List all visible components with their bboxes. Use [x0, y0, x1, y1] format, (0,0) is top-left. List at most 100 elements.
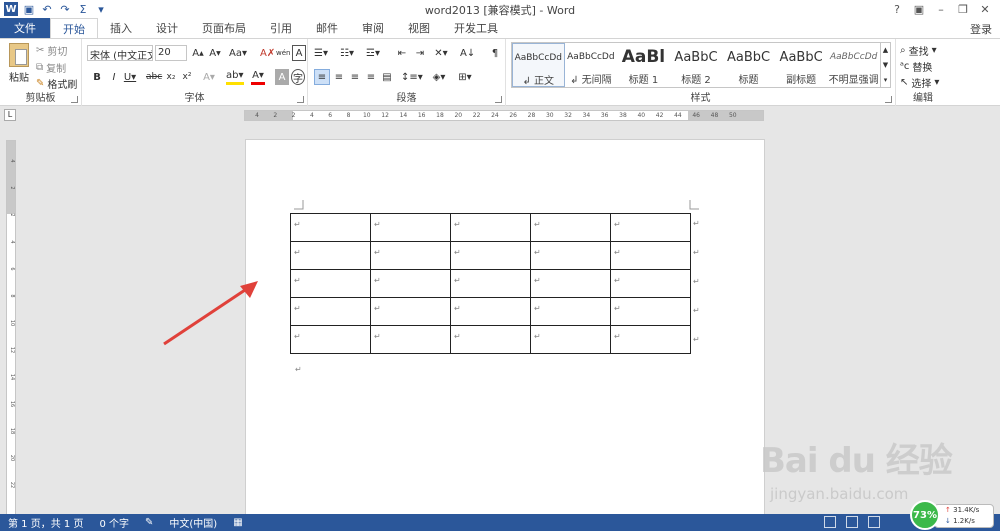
word-count[interactable]: 0 个字: [91, 515, 137, 530]
font-color-icon[interactable]: A▾: [251, 69, 265, 85]
bullets-icon[interactable]: ☰▾: [314, 45, 328, 61]
page-count[interactable]: 第 1 页，共 1 页: [0, 515, 91, 530]
table-cell[interactable]: ↵: [610, 269, 691, 298]
italic-icon[interactable]: I: [107, 69, 121, 85]
style-title[interactable]: AaBbC 标题: [722, 43, 775, 87]
line-spacing-icon[interactable]: ↕≡▾: [401, 69, 423, 85]
decrease-indent-icon[interactable]: ⇤: [395, 45, 409, 61]
table-cell[interactable]: ↵: [610, 325, 691, 354]
network-monitor-widget[interactable]: ↑ 31.4K/s ↓ 1.2K/s 73%: [910, 500, 998, 530]
table-cell[interactable]: ↵: [450, 325, 531, 354]
show-marks-icon[interactable]: ¶: [488, 45, 502, 61]
borders-icon[interactable]: ⊞▾: [458, 69, 472, 85]
language-status[interactable]: 中文(中国): [161, 515, 225, 530]
tab-home[interactable]: 开始: [50, 18, 98, 39]
table-cell[interactable]: ↵: [370, 325, 451, 354]
cut-button[interactable]: ✂ 剪切: [36, 43, 67, 58]
horizontal-ruler[interactable]: 4 2 2 4 6 8 10 12 14 16 18 20 22 24 26 28 30 32 34 36 38 40 42…: [244, 110, 764, 121]
table-cell[interactable]: ↵: [290, 325, 371, 354]
table-cell[interactable]: ↵: [610, 213, 691, 242]
phonetic-guide-icon[interactable]: wén: [276, 45, 290, 61]
superscript-icon[interactable]: x²: [180, 69, 194, 85]
vertical-ruler[interactable]: 4 2 2 4 6 8 10 12 14 16 18 20 22: [6, 140, 16, 515]
tab-references[interactable]: 引用: [258, 18, 304, 38]
proofing-icon[interactable]: ✎: [137, 517, 161, 528]
align-center-icon[interactable]: ≡: [332, 69, 346, 85]
clear-format-icon[interactable]: A✗: [260, 45, 275, 61]
sort-icon[interactable]: A↓: [460, 45, 475, 61]
close-button[interactable]: ✕: [974, 0, 996, 18]
grow-font-icon[interactable]: A ▲: [191, 45, 205, 61]
font-size-select[interactable]: 20: [155, 45, 187, 61]
paragraph-launcher-icon[interactable]: [495, 96, 502, 103]
style-subtitle[interactable]: AaBbC 副标题: [775, 43, 828, 87]
read-mode-icon[interactable]: [824, 516, 836, 528]
subscript-icon[interactable]: x₂: [164, 69, 178, 85]
table-cell[interactable]: ↵: [370, 269, 451, 298]
paste-button[interactable]: 粘贴: [6, 43, 32, 87]
sum-icon[interactable]: Σ: [76, 2, 90, 16]
table-cell[interactable]: ↵: [530, 297, 611, 326]
copy-button[interactable]: ⧉ 复制: [36, 60, 66, 75]
highlight-icon[interactable]: ab▾: [226, 69, 244, 85]
tab-mailings[interactable]: 邮件: [304, 18, 350, 38]
scroll-up-icon[interactable]: ▲: [883, 46, 888, 54]
align-left-icon[interactable]: ≡: [314, 69, 330, 85]
distributed-icon[interactable]: ▤: [380, 69, 394, 85]
table-cell[interactable]: ↵: [450, 213, 531, 242]
more-styles-icon[interactable]: ▾: [884, 76, 888, 84]
tab-design[interactable]: 设计: [144, 18, 190, 38]
tab-view[interactable]: 视图: [396, 18, 442, 38]
enclose-char-icon[interactable]: 字: [291, 69, 305, 85]
tab-insert[interactable]: 插入: [98, 18, 144, 38]
table-cell[interactable]: ↵: [610, 297, 691, 326]
bold-icon[interactable]: B: [90, 69, 104, 85]
numbering-icon[interactable]: ☷▾: [340, 45, 354, 61]
undo-icon[interactable]: ↶: [40, 2, 54, 16]
web-layout-icon[interactable]: [868, 516, 880, 528]
table-cell[interactable]: ↵: [290, 241, 371, 270]
underline-icon[interactable]: U▾: [123, 69, 137, 85]
style-normal[interactable]: AaBbCcDd ↲ 正文: [512, 43, 565, 87]
scroll-down-icon[interactable]: ▼: [883, 61, 888, 69]
save-icon[interactable]: ▣: [22, 2, 36, 16]
print-layout-icon[interactable]: [846, 516, 858, 528]
tab-developer[interactable]: 开发工具: [442, 18, 510, 38]
redo-icon[interactable]: ↷: [58, 2, 72, 16]
font-name-select[interactable]: 宋体 (中文正文): [87, 45, 153, 61]
increase-indent-icon[interactable]: ⇥: [413, 45, 427, 61]
table-cell[interactable]: ↵: [530, 213, 611, 242]
shading-icon[interactable]: ◈▾: [432, 69, 446, 85]
table-cell[interactable]: ↵: [450, 269, 531, 298]
char-shading-icon[interactable]: A: [275, 69, 289, 85]
style-heading-1[interactable]: AaBl 标题 1: [617, 43, 670, 87]
styles-scroll[interactable]: ▲ ▼ ▾: [881, 42, 891, 88]
clipboard-launcher-icon[interactable]: [71, 96, 78, 103]
document-page[interactable]: ↵ ↵ ↵ ↵ ↵ ↵ ↵ ↵ ↵ ↵ ↵ ↵ ↵ ↵ ↵ ↵ ↵ ↵ ↵ ↵ ↵ ↵ ↵ ↵ ↵ ↵ ↵ ↵ ↵ ↵ ↵: [245, 139, 765, 519]
font-launcher-icon[interactable]: [297, 96, 304, 103]
document-table[interactable]: ↵ ↵ ↵ ↵ ↵ ↵ ↵ ↵ ↵ ↵ ↵ ↵ ↵ ↵ ↵ ↵ ↵ ↵ ↵ ↵ ↵ ↵ ↵ ↵ ↵: [290, 213, 691, 354]
ribbon-display-button[interactable]: ▣: [908, 0, 930, 18]
table-cell[interactable]: ↵: [290, 213, 371, 242]
multilevel-list-icon[interactable]: ☲▾: [366, 45, 380, 61]
change-case-icon[interactable]: Aa▾: [229, 45, 247, 61]
align-right-icon[interactable]: ≡: [348, 69, 362, 85]
replace-button[interactable]: ᵃc 替换: [900, 59, 932, 74]
styles-launcher-icon[interactable]: [885, 96, 892, 103]
style-subtle-emphasis[interactable]: AaBbCcDd 不明显强调: [827, 43, 880, 87]
restore-button[interactable]: ❐: [952, 0, 974, 18]
char-border-icon[interactable]: A: [292, 45, 306, 61]
select-button[interactable]: ↖ 选择 ▾: [900, 75, 939, 90]
table-cell[interactable]: ↵: [530, 269, 611, 298]
tab-selector[interactable]: L: [4, 109, 16, 121]
text-effects-icon[interactable]: A▾: [202, 69, 216, 85]
table-cell[interactable]: ↵: [290, 269, 371, 298]
customize-qat-icon[interactable]: ▾: [94, 2, 108, 16]
table-cell[interactable]: ↵: [370, 241, 451, 270]
table-cell[interactable]: ↵: [450, 241, 531, 270]
tab-page-layout[interactable]: 页面布局: [190, 18, 258, 38]
style-no-spacing[interactable]: AaBbCcDd ↲ 无间隔: [565, 43, 618, 87]
table-cell[interactable]: ↵: [450, 297, 531, 326]
find-button[interactable]: ⌕ 查找 ▾: [900, 43, 937, 58]
help-button[interactable]: ?: [886, 0, 908, 18]
